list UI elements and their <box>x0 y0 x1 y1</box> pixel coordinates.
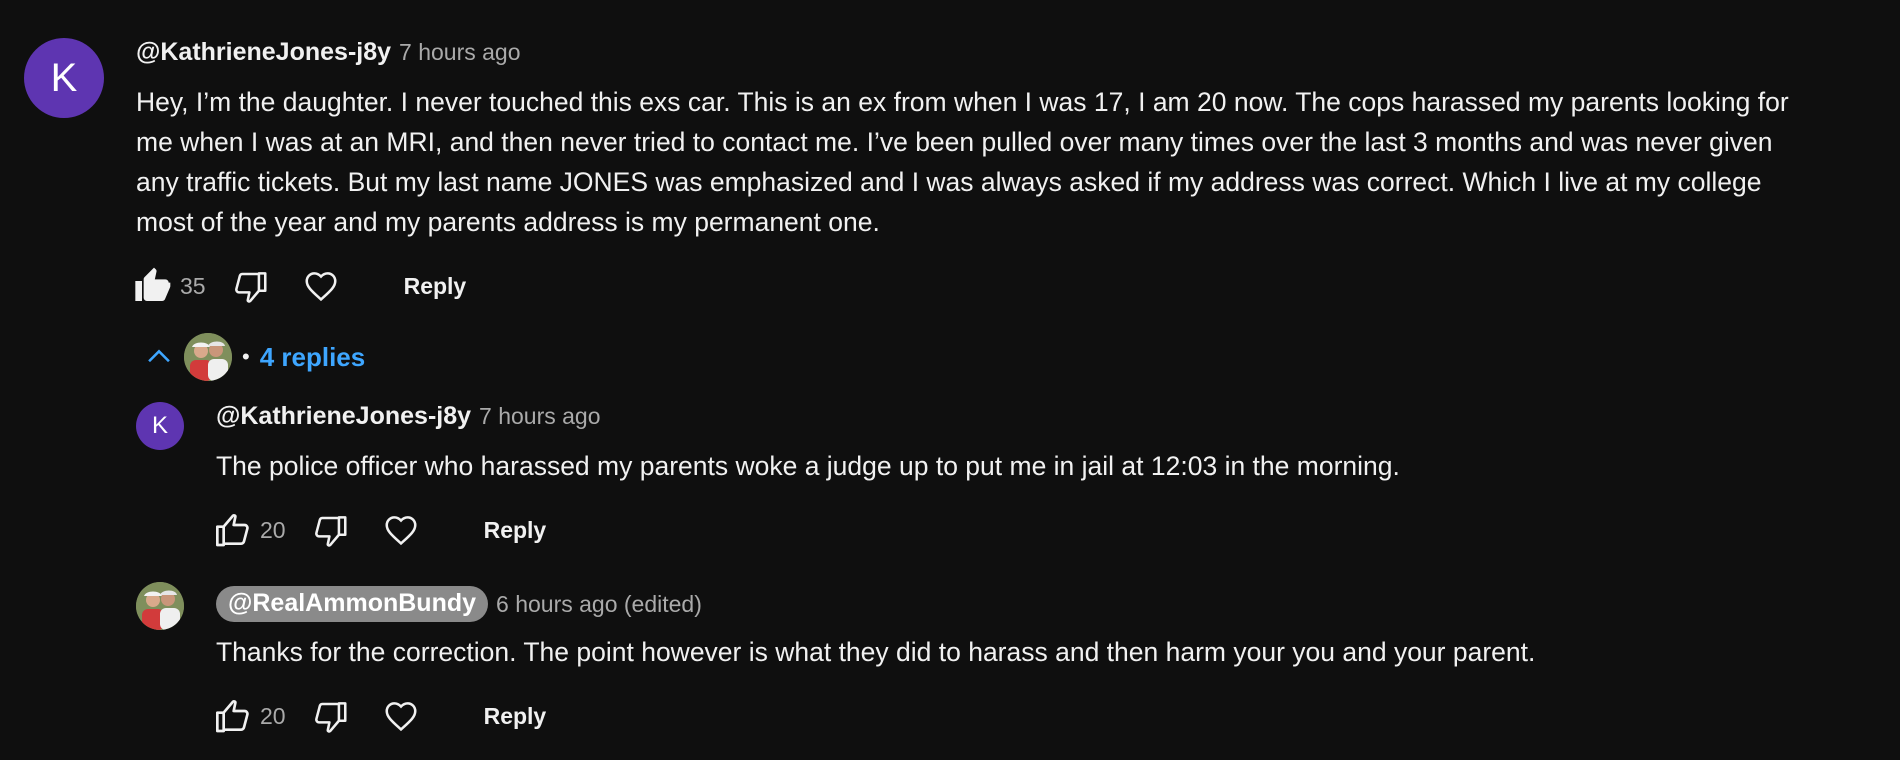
thumbs-down-icon <box>314 516 347 547</box>
creator-badge[interactable]: @RealAmmonBundy <box>216 586 489 622</box>
reply-text: The police officer who harassed my paren… <box>216 451 1400 481</box>
timestamp[interactable]: 7 hours ago <box>479 403 600 430</box>
comment-header: @KathrieneJones-j8y 7 hours ago <box>136 38 521 74</box>
comment-text: Hey, I’m the daughter. I never touched t… <box>136 82 1876 242</box>
heart-button[interactable] <box>382 511 420 549</box>
comment-text-line: most of the year and my parents address … <box>136 207 880 237</box>
timestamp[interactable]: 7 hours ago <box>399 39 520 66</box>
avatar-letter: K <box>50 55 78 100</box>
author-name[interactable]: @KathrieneJones-j8y <box>216 402 471 431</box>
replies-count[interactable]: 4 replies <box>260 342 366 373</box>
profile-photo-icon <box>136 582 184 630</box>
thumbs-up-icon <box>216 514 249 547</box>
author-name[interactable]: @KathrieneJones-j8y <box>136 38 391 67</box>
comment-actions: 35 Reply <box>132 264 466 308</box>
reply-header: @KathrieneJones-j8y 7 hours ago <box>216 402 601 436</box>
thumbs-up-icon <box>216 700 249 733</box>
heart-icon <box>305 272 337 302</box>
reply-button[interactable]: Reply <box>404 273 467 300</box>
avatar-letter: K <box>151 412 168 439</box>
reply-header: @RealAmmonBundy 6 hours ago (edited) <box>216 584 702 624</box>
heart-icon <box>385 516 417 546</box>
comment-text-line: any traffic tickets. But my last name JO… <box>136 167 1762 197</box>
like-button[interactable] <box>132 266 172 306</box>
like-button[interactable] <box>212 510 252 550</box>
dislike-button[interactable] <box>312 697 350 735</box>
reply-actions: 20 Reply <box>212 508 546 552</box>
profile-photo-icon <box>184 333 232 381</box>
comment-thread: K @KathrieneJones-j8y 7 hours ago Hey, I… <box>0 0 1900 760</box>
chevron-up-icon <box>142 340 176 374</box>
reply-actions: 20 Reply <box>212 694 546 738</box>
like-count: 20 <box>260 702 286 729</box>
reply-button[interactable]: Reply <box>484 703 547 730</box>
heart-button[interactable] <box>382 697 420 735</box>
timestamp[interactable]: 6 hours ago (edited) <box>496 591 702 618</box>
avatar[interactable]: K <box>136 402 184 450</box>
reply-text: Thanks for the correction. The point how… <box>216 637 1536 667</box>
heart-icon <box>385 702 417 732</box>
replies-toggle[interactable]: • 4 replies <box>142 332 365 382</box>
avatar[interactable]: K <box>24 38 104 118</box>
like-count: 20 <box>260 516 286 543</box>
thumbs-down-icon <box>314 702 347 733</box>
like-button[interactable] <box>212 696 252 736</box>
creator-avatar[interactable] <box>136 582 184 630</box>
thumbs-up-filled-icon <box>135 267 171 301</box>
like-count: 35 <box>180 272 206 299</box>
heart-button[interactable] <box>302 267 340 305</box>
dislike-button[interactable] <box>232 267 270 305</box>
separator-dot: • <box>242 344 250 369</box>
comment-text-line: Hey, I’m the daughter. I never touched t… <box>136 87 1789 117</box>
comment-text-line: me when I was at an MRI, and then never … <box>136 127 1773 157</box>
creator-avatar-small <box>184 333 232 381</box>
reply-button[interactable]: Reply <box>484 517 547 544</box>
thumbs-down-icon <box>234 272 267 303</box>
dislike-button[interactable] <box>312 511 350 549</box>
